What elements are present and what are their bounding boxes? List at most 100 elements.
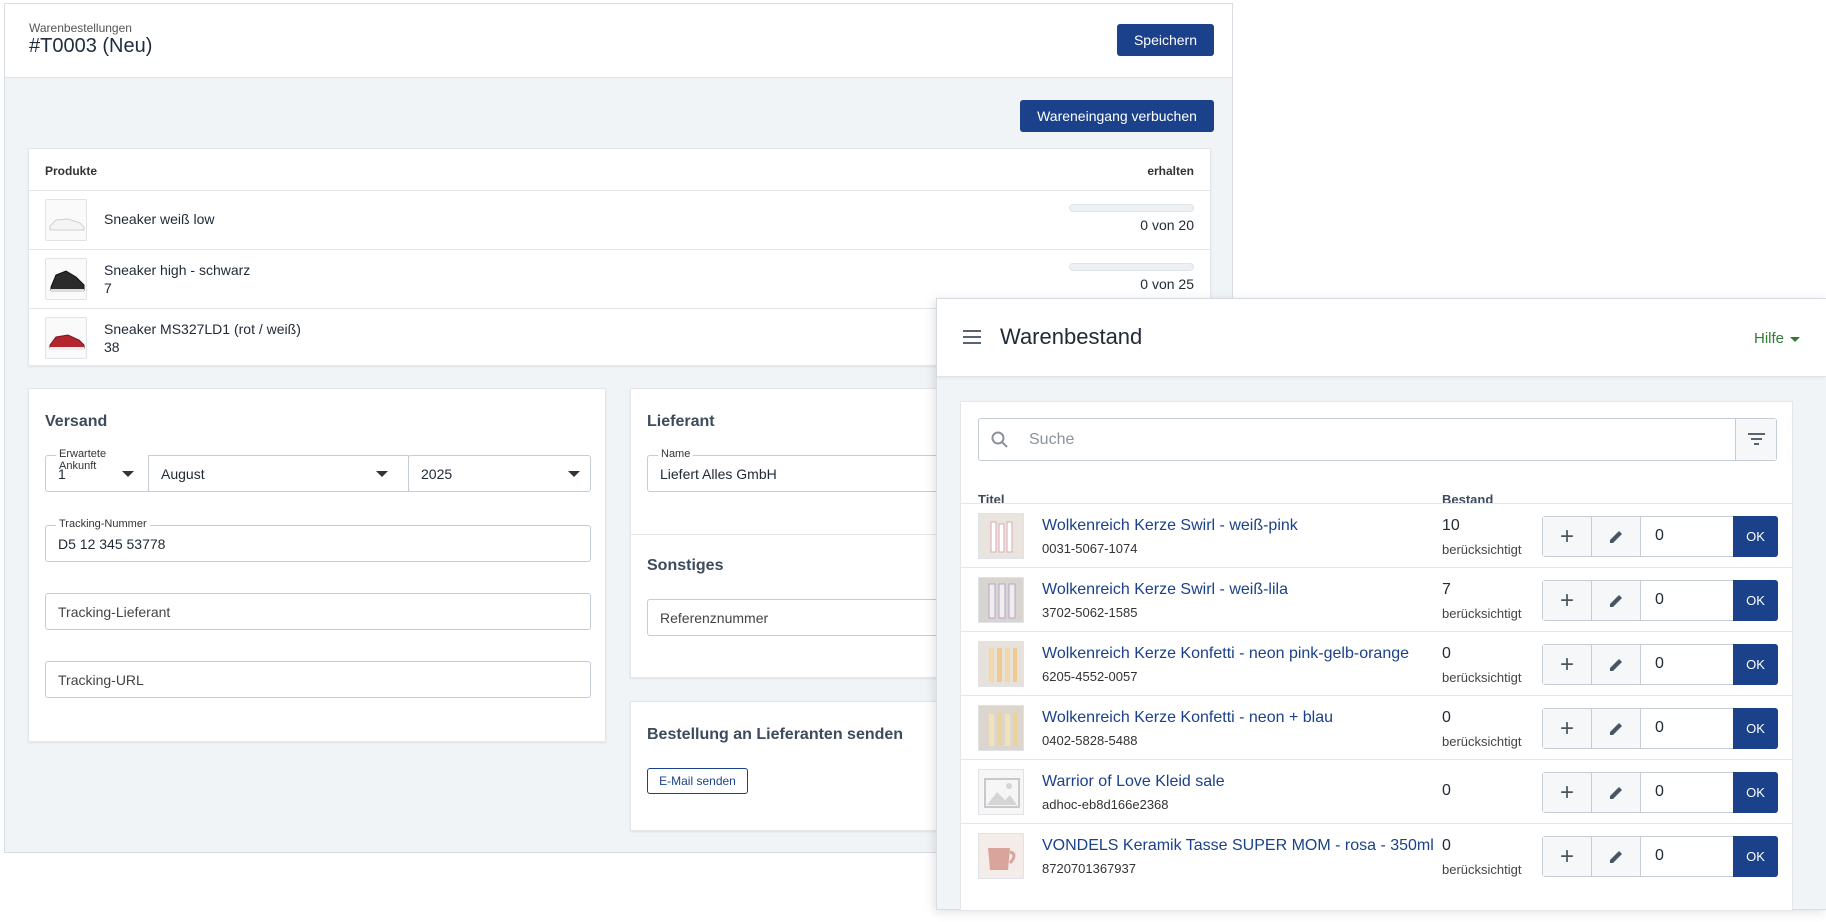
inventory-window: Warenbestand Hilfe Suche Titel Bestand W… [936, 298, 1826, 911]
inventory-row[interactable]: Wolkenreich Kerze Swirl - weiß-pink 0031… [961, 503, 1792, 567]
product-sku: adhoc-eb8d166e2368 [1042, 797, 1169, 812]
ok-button[interactable]: OK [1733, 708, 1778, 749]
inventory-row[interactable]: Wolkenreich Kerze Konfetti - neon + blau… [961, 695, 1792, 759]
add-button[interactable]: + [1543, 773, 1592, 812]
tracking-number-label: Tracking-Nummer [56, 518, 150, 530]
add-button[interactable]: + [1543, 581, 1592, 620]
stock-adjust-control: + 0 OK [1542, 772, 1778, 813]
supplier-name-label: Name [658, 448, 694, 460]
quantity-input[interactable]: 0 [1655, 783, 1664, 801]
tracking-carrier-field[interactable]: Tracking-Lieferant [45, 593, 591, 630]
product-title-link[interactable]: Wolkenreich Kerze Konfetti - neon + blau [1042, 709, 1333, 727]
order-header: Warenbestellungen #T0003 (Neu) Speichern [5, 4, 1232, 78]
shipping-title: Versand [45, 413, 108, 430]
breadcrumb[interactable]: Warenbestellungen [29, 21, 132, 35]
quantity-input[interactable]: 0 [1655, 527, 1664, 545]
stock-adjust-control: + 0 OK [1542, 644, 1778, 685]
received-progress-bar [1069, 263, 1194, 271]
inventory-row[interactable]: VONDELS Keramik Tasse SUPER MOM - rosa -… [961, 823, 1792, 887]
edit-button[interactable] [1592, 773, 1641, 812]
search-icon [991, 431, 1008, 448]
help-menu[interactable]: Hilfe [1754, 330, 1800, 347]
tracking-number-field[interactable]: Tracking-Nummer D5 12 345 53778 [45, 518, 591, 562]
tracking-url-field[interactable]: Tracking-URL [45, 661, 591, 698]
inventory-row[interactable]: Warrior of Love Kleid sale adhoc-eb8d166… [961, 759, 1792, 823]
plus-icon: + [1559, 842, 1574, 870]
inventory-row[interactable]: Wolkenreich Kerze Konfetti - neon pink-g… [961, 631, 1792, 695]
edit-button[interactable] [1592, 837, 1641, 876]
product-thumbnail [978, 641, 1024, 687]
column-header-products: Produkte [45, 164, 98, 178]
table-row[interactable]: Sneaker weiß low 0 von 20 [29, 191, 1210, 250]
product-title-link[interactable]: VONDELS Keramik Tasse SUPER MOM - rosa -… [1042, 837, 1434, 855]
caret-down-icon [1790, 336, 1800, 342]
tracking-carrier-placeholder: Tracking-Lieferant [58, 604, 171, 620]
search-input[interactable]: Suche [978, 418, 1777, 461]
quantity-input[interactable]: 0 [1655, 655, 1664, 673]
inventory-row[interactable]: Wolkenreich Kerze Swirl - weiß-lila 3702… [961, 567, 1792, 631]
pencil-icon [1610, 530, 1622, 543]
received-count: 0 von 20 [1140, 217, 1194, 233]
chevron-down-icon [122, 471, 134, 477]
menu-icon[interactable] [963, 330, 981, 344]
product-thumbnail [45, 258, 87, 300]
edit-button[interactable] [1592, 581, 1641, 620]
help-label: Hilfe [1753, 330, 1784, 347]
inventory-panel: Suche Titel Bestand Wolkenreich Kerze Sw… [960, 401, 1793, 911]
ok-button[interactable]: OK [1733, 772, 1778, 813]
quantity-input[interactable]: 0 [1655, 847, 1664, 865]
arrival-year-select[interactable]: 2025 [408, 455, 591, 492]
filter-button[interactable] [1735, 419, 1776, 460]
add-button[interactable]: + [1543, 645, 1592, 684]
add-button[interactable]: + [1543, 837, 1592, 876]
edit-button[interactable] [1592, 709, 1641, 748]
plus-icon: + [1559, 650, 1574, 678]
ok-button[interactable]: OK [1733, 836, 1778, 877]
product-sku: 0031-5067-1074 [1042, 541, 1138, 556]
stock-value: 0 [1442, 837, 1451, 854]
plus-icon: + [1559, 586, 1574, 614]
add-button[interactable]: + [1543, 517, 1592, 556]
product-name: Sneaker high - schwarz [104, 262, 251, 278]
stock-adjust-control: + 0 OK [1542, 836, 1778, 877]
edit-button[interactable] [1592, 645, 1641, 684]
quantity-input[interactable]: 0 [1655, 719, 1664, 737]
ok-button[interactable]: OK [1733, 644, 1778, 685]
add-button[interactable]: + [1543, 709, 1592, 748]
arrival-day-select[interactable]: Erwartete Ankunft 1 [45, 448, 149, 492]
edit-button[interactable] [1592, 517, 1641, 556]
stock-value: 7 [1442, 581, 1451, 598]
stock-note: berücksichtigt [1442, 862, 1522, 877]
stock-value: 0 [1442, 709, 1451, 726]
tracking-number-value: D5 12 345 53778 [58, 536, 166, 552]
column-header-received: erhalten [1147, 164, 1194, 178]
product-sku: 0402-5828-5488 [1042, 733, 1138, 748]
arrival-month-select[interactable]: August [148, 455, 409, 492]
pencil-icon [1610, 594, 1622, 607]
chevron-down-icon [568, 471, 580, 477]
product-title-link[interactable]: Warrior of Love Kleid sale [1042, 773, 1225, 791]
stock-note: berücksichtigt [1442, 734, 1522, 749]
ok-button[interactable]: OK [1733, 516, 1778, 557]
product-sku: 3702-5062-1585 [1042, 605, 1138, 620]
shipping-card: Versand Erwartete Ankunft 1 August 2025 … [28, 388, 606, 742]
save-button[interactable]: Speichern [1117, 24, 1214, 56]
received-progress-bar [1069, 204, 1194, 212]
stock-adjust-control: + 0 OK [1542, 708, 1778, 749]
receive-goods-button[interactable]: Wareneingang verbuchen [1020, 100, 1214, 132]
product-title-link[interactable]: Wolkenreich Kerze Konfetti - neon pink-g… [1042, 645, 1409, 663]
product-name: Sneaker MS327LD1 (rot / weiß) [104, 321, 301, 337]
tracking-url-placeholder: Tracking-URL [58, 672, 144, 688]
reference-number-placeholder: Referenznummer [660, 610, 769, 626]
product-title-link[interactable]: Wolkenreich Kerze Swirl - weiß-lila [1042, 581, 1288, 599]
quantity-input[interactable]: 0 [1655, 591, 1664, 609]
product-title-link[interactable]: Wolkenreich Kerze Swirl - weiß-pink [1042, 517, 1298, 535]
stock-note: berücksichtigt [1442, 606, 1522, 621]
product-thumbnail [978, 705, 1024, 751]
send-email-button[interactable]: E-Mail senden [647, 768, 748, 794]
product-thumbnail [978, 577, 1024, 623]
stock-note: berücksichtigt [1442, 542, 1522, 557]
arrival-month-value: August [161, 466, 205, 482]
plus-icon: + [1559, 778, 1574, 806]
ok-button[interactable]: OK [1733, 580, 1778, 621]
